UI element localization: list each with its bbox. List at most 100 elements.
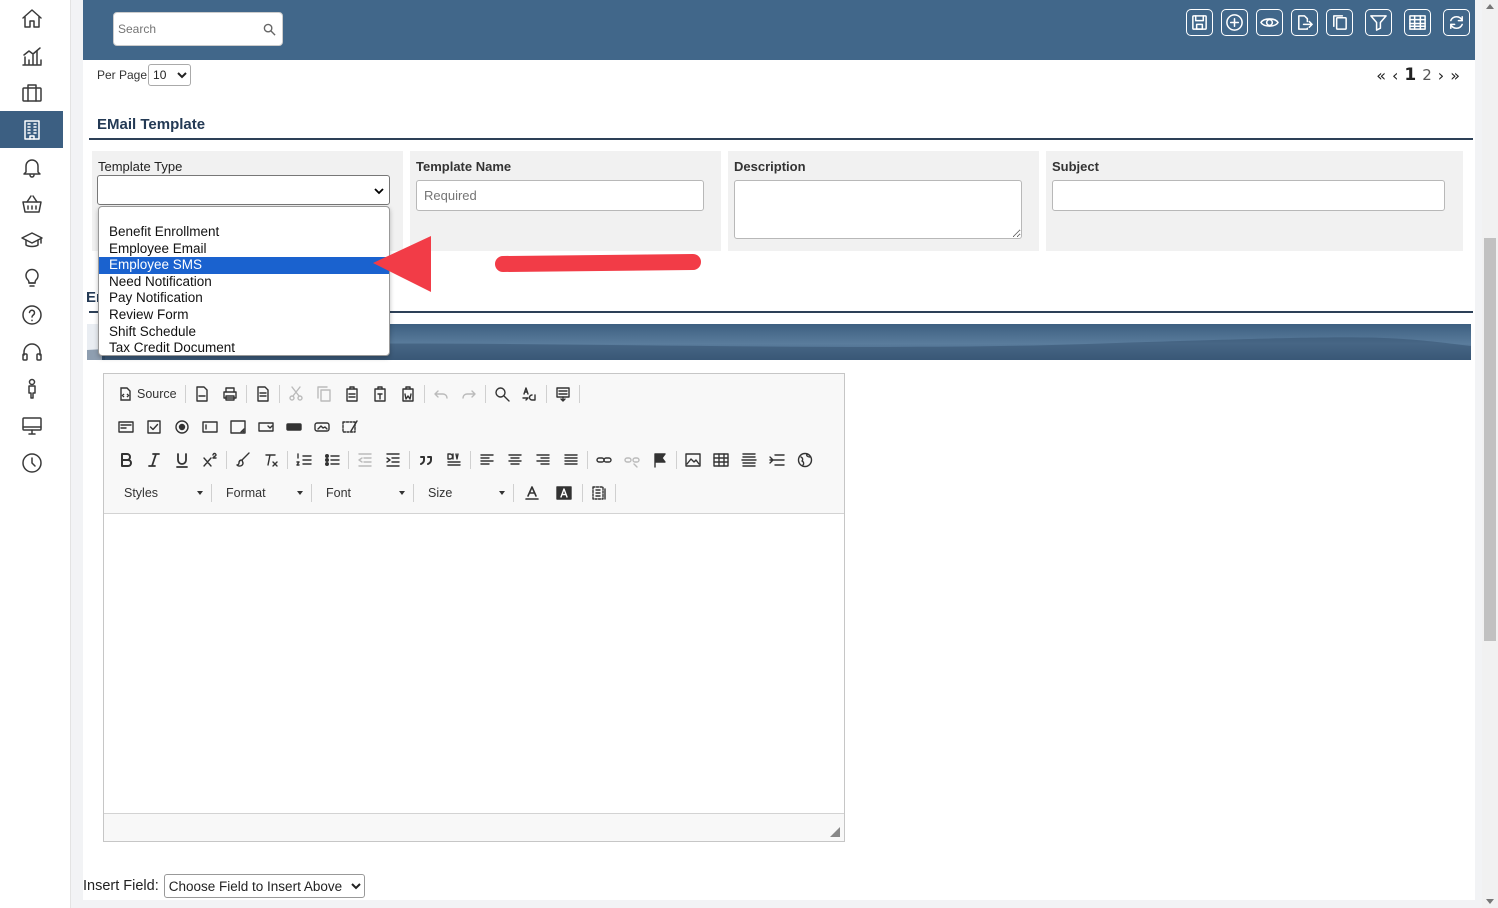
sidebar-item-analytics[interactable] (0, 37, 63, 74)
add-button[interactable] (1221, 9, 1248, 36)
current-page[interactable]: 1 (1404, 65, 1416, 85)
align-right-button[interactable] (529, 447, 557, 473)
resize-handle-icon[interactable] (830, 827, 840, 837)
anchor-button[interactable] (646, 447, 674, 473)
source-button[interactable]: Source (112, 387, 183, 401)
find-button[interactable] (488, 381, 516, 407)
scroll-down-arrow-icon[interactable] (1486, 899, 1494, 904)
remove-format-button[interactable] (257, 447, 285, 473)
format-combo[interactable]: Format (214, 482, 309, 504)
form-button[interactable] (112, 414, 140, 440)
background-color-button[interactable] (548, 480, 580, 506)
bulleted-list-button[interactable] (318, 447, 346, 473)
select-all-button[interactable] (549, 381, 577, 407)
dropdown-option[interactable]: Benefit Enrollment (99, 224, 389, 241)
image-button[interactable] (679, 447, 707, 473)
grid-button[interactable] (1404, 9, 1431, 36)
search-icon[interactable] (263, 23, 276, 36)
outdent-button[interactable] (351, 447, 379, 473)
checkbox-button[interactable] (140, 414, 168, 440)
cut-button[interactable] (282, 381, 310, 407)
insert-field-select[interactable]: Choose Field to Insert Above (163, 874, 365, 898)
size-combo[interactable]: Size (416, 482, 511, 504)
pdf-button[interactable] (188, 381, 216, 407)
per-page-select[interactable]: 10 (148, 64, 192, 86)
template-name-input[interactable] (416, 180, 704, 211)
dropdown-option[interactable]: Pay Notification (99, 290, 389, 307)
underline-button[interactable] (168, 447, 196, 473)
sidebar-item-help[interactable] (0, 296, 63, 333)
dropdown-option[interactable]: Tax Credit Document (99, 340, 389, 357)
view-button[interactable] (1256, 9, 1283, 36)
sidebar-item-ideas[interactable] (0, 259, 63, 296)
dropdown-option[interactable]: Need Notification (99, 274, 389, 291)
button-button[interactable] (280, 414, 308, 440)
scrollbar-thumb[interactable] (1484, 238, 1496, 641)
page-2-link[interactable]: 2 (1422, 66, 1432, 84)
next-page-button[interactable]: › (1438, 66, 1444, 85)
link-button[interactable] (590, 447, 618, 473)
refresh-button[interactable] (1443, 9, 1470, 36)
text-color-button[interactable] (516, 480, 548, 506)
styles-combo[interactable]: Styles (112, 482, 209, 504)
italic-button[interactable] (140, 447, 168, 473)
textarea-button[interactable] (224, 414, 252, 440)
paste-text-button[interactable] (366, 381, 394, 407)
horizontal-rule-button[interactable] (735, 447, 763, 473)
print-button[interactable] (216, 381, 244, 407)
undo-button[interactable] (427, 381, 455, 407)
templates-button[interactable] (249, 381, 277, 407)
scroll-up-arrow-icon[interactable] (1486, 4, 1494, 9)
sidebar-item-notifications[interactable] (0, 148, 63, 185)
save-button[interactable] (1186, 9, 1213, 36)
hidden-field-button[interactable] (336, 414, 364, 440)
copy-text-button[interactable] (310, 381, 338, 407)
radio-button[interactable] (168, 414, 196, 440)
indent-button[interactable] (379, 447, 407, 473)
prev-page-button[interactable]: ‹ (1392, 66, 1398, 85)
vertical-scrollbar[interactable] (1482, 0, 1498, 908)
sidebar-item-jobs[interactable] (0, 74, 63, 111)
dropdown-option[interactable]: Employee Email (99, 241, 389, 258)
search-input[interactable] (118, 14, 258, 44)
superscript-button[interactable] (196, 447, 224, 473)
replace-button[interactable] (516, 381, 544, 407)
export-button[interactable] (1291, 9, 1318, 36)
description-textarea[interactable] (734, 180, 1022, 239)
sidebar-item-people[interactable] (0, 370, 63, 407)
sidebar-item-company[interactable] (0, 111, 63, 148)
font-combo[interactable]: Font (314, 482, 411, 504)
sidebar-item-store[interactable] (0, 185, 63, 222)
show-blocks-button[interactable] (585, 480, 613, 506)
dropdown-option[interactable]: Review Form (99, 307, 389, 324)
blockquote-button[interactable] (412, 447, 440, 473)
sidebar-item-support[interactable] (0, 333, 63, 370)
redo-button[interactable] (455, 381, 483, 407)
align-left-button[interactable] (473, 447, 501, 473)
editor-content-area[interactable] (104, 513, 844, 814)
dropdown-option[interactable]: Shift Schedule (99, 324, 389, 341)
template-type-select[interactable] (97, 175, 390, 205)
select-button[interactable] (252, 414, 280, 440)
image-button-button[interactable] (308, 414, 336, 440)
paste-button[interactable] (338, 381, 366, 407)
dropdown-option-selected[interactable]: Employee SMS (99, 257, 389, 274)
filter-button[interactable] (1365, 9, 1392, 36)
sidebar-item-home[interactable] (0, 0, 63, 37)
subject-input[interactable] (1052, 180, 1445, 211)
copy-format-button[interactable] (229, 447, 257, 473)
last-page-button[interactable]: » (1450, 66, 1460, 85)
align-justify-button[interactable] (557, 447, 585, 473)
iframe-button[interactable] (791, 447, 819, 473)
first-page-button[interactable]: « (1376, 66, 1386, 85)
paste-word-button[interactable] (394, 381, 422, 407)
sidebar-item-training[interactable] (0, 222, 63, 259)
create-div-button[interactable] (440, 447, 468, 473)
align-center-button[interactable] (501, 447, 529, 473)
unlink-button[interactable] (618, 447, 646, 473)
table-button[interactable] (707, 447, 735, 473)
copy-button[interactable] (1326, 9, 1353, 36)
sidebar-item-history[interactable] (0, 444, 63, 481)
numbered-list-button[interactable] (290, 447, 318, 473)
textfield-button[interactable] (196, 414, 224, 440)
